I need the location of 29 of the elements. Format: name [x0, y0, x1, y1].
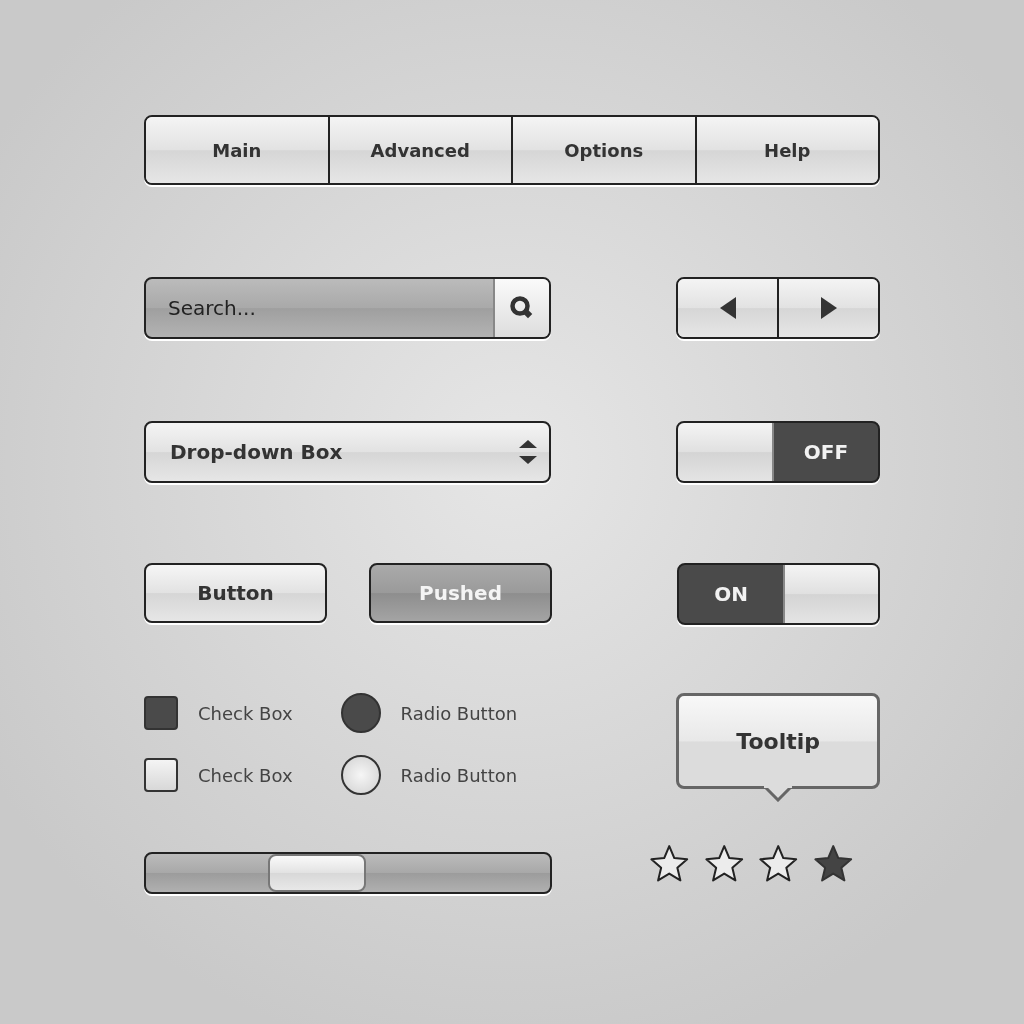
- nav-tab[interactable]: Main: [146, 117, 330, 183]
- radio-label: Radio Button: [400, 702, 518, 724]
- tooltip-pointer: [764, 786, 793, 802]
- radio-label: Radio Button: [400, 764, 518, 786]
- up-down-arrows-icon: [519, 440, 538, 464]
- checkbox-label: Check Box: [198, 702, 293, 724]
- dropdown[interactable]: Drop-down Box: [144, 421, 552, 483]
- toggle-label: ON: [713, 581, 749, 608]
- toggle-switch[interactable]: OFF: [676, 421, 880, 483]
- search-field[interactable]: Search...: [146, 279, 494, 337]
- nav-tab[interactable]: Help: [696, 117, 878, 183]
- previous-button[interactable]: [678, 279, 780, 337]
- search-button[interactable]: [493, 279, 550, 337]
- checkbox-label: Check Box: [198, 764, 293, 786]
- radio-button[interactable]: [340, 755, 381, 795]
- left-arrow-icon: [719, 297, 736, 319]
- checkbox[interactable]: [144, 696, 178, 730]
- radio-button[interactable]: [340, 693, 381, 733]
- right-arrow-icon: [820, 297, 837, 319]
- nav-tab[interactable]: Options: [513, 117, 697, 183]
- next-button[interactable]: [779, 279, 878, 337]
- checkbox[interactable]: [144, 758, 178, 792]
- search-box[interactable]: Search...: [144, 277, 552, 339]
- tooltip: Tooltip: [676, 693, 880, 802]
- nav-tab[interactable]: Advanced: [329, 117, 513, 183]
- push-button[interactable]: Button: [144, 563, 327, 623]
- toggle-label: OFF: [802, 439, 850, 466]
- slider-thumb[interactable]: [268, 854, 367, 892]
- toggle-switch[interactable]: ON: [677, 563, 880, 625]
